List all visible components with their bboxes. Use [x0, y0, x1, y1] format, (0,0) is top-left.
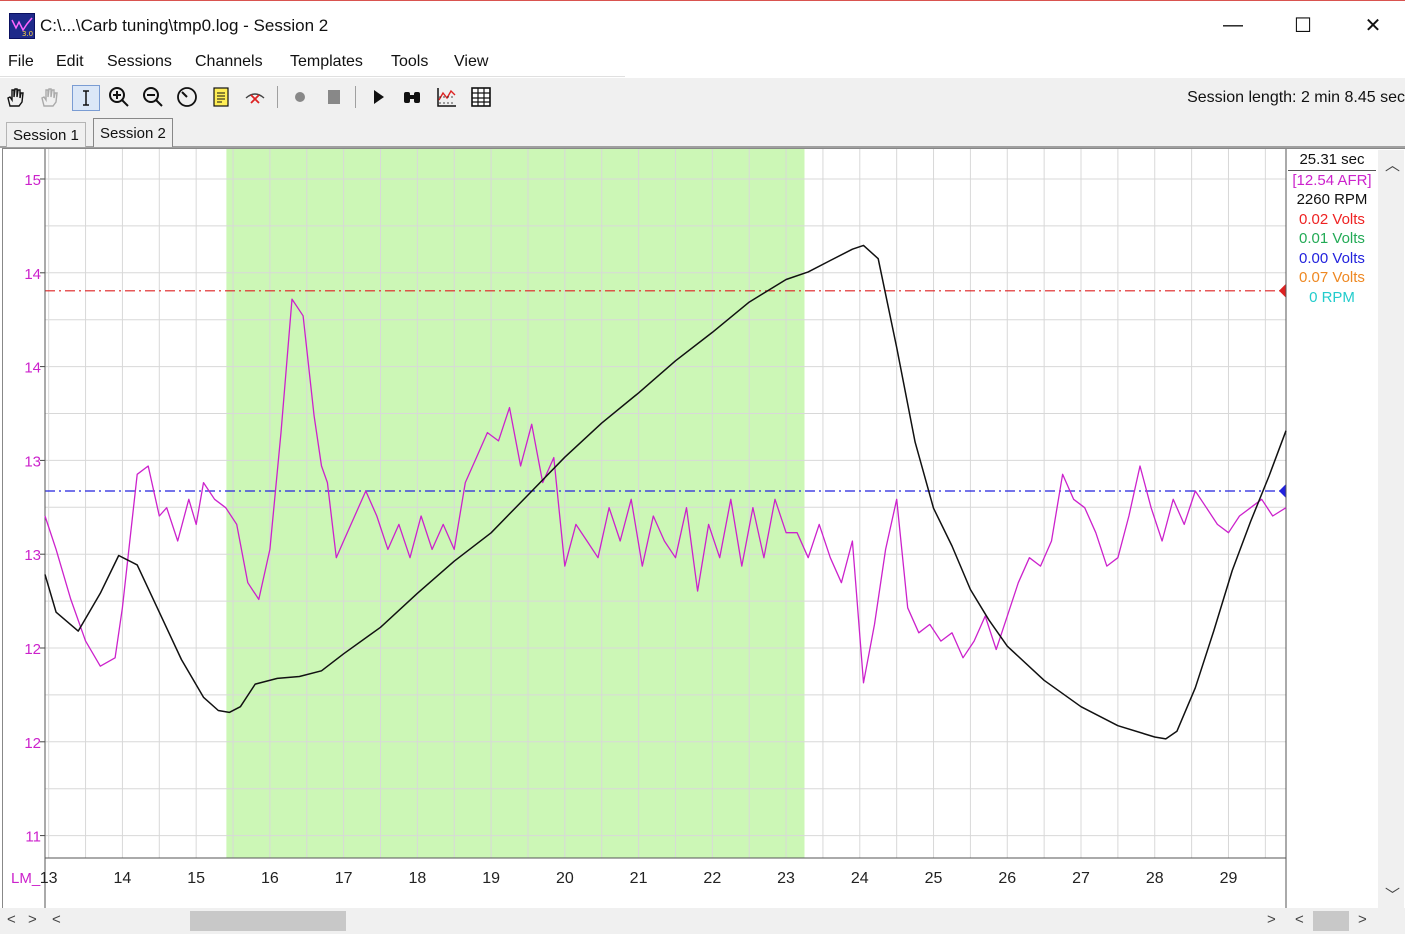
y-tick-label: 14 — [24, 360, 41, 377]
x-tick-label: 28 — [1146, 870, 1164, 887]
x-tick-label: 24 — [851, 870, 869, 887]
cursor-off-icon[interactable] — [242, 85, 268, 109]
x-tick-label: 19 — [482, 870, 500, 887]
x-tick-label: 22 — [703, 870, 721, 887]
notes-icon[interactable] — [208, 85, 234, 109]
data-chart[interactable]: 15 14 14 13 13 12 12 11 13 14 15 16 17 18 19 20 21 22 23 24… — [3, 149, 1289, 909]
readout-volts-orange: 0.07 Volts — [1299, 269, 1365, 286]
readout-scroll-thumb[interactable] — [1313, 911, 1349, 931]
vertical-scrollbar[interactable]: ︿ ﹀ — [1378, 150, 1404, 908]
x-tick-label: 27 — [1072, 870, 1090, 887]
minimize-button[interactable]: — — [1210, 3, 1256, 47]
hand-pan-icon[interactable] — [2, 85, 28, 109]
y-tick-label: 13 — [24, 453, 41, 470]
menu-bar: File Edit Sessions Channels Templates To… — [0, 48, 625, 77]
toolbar-separator — [277, 86, 278, 108]
scroll-left-icon[interactable]: < — [52, 911, 61, 928]
y-tick-label: 15 — [24, 172, 41, 189]
y-tick-label: 14 — [24, 266, 41, 283]
chart-area[interactable]: 15 14 14 13 13 12 12 11 13 14 15 16 17 18 19 20 21 22 23 24… — [2, 148, 1405, 909]
stop-icon[interactable] — [321, 85, 347, 109]
x-tick-label: 26 — [998, 870, 1016, 887]
graph-channels-icon[interactable] — [434, 85, 460, 109]
app-logo-icon: 3.0 — [9, 13, 35, 39]
horizontal-scroll-thumb[interactable] — [190, 911, 346, 931]
menu-view[interactable]: View — [454, 53, 488, 71]
play-icon[interactable] — [365, 85, 391, 109]
window-title: C:\...\Carb tuning\tmp0.log - Session 2 — [40, 16, 329, 35]
readout-volts-blue: 0.00 Volts — [1299, 249, 1365, 267]
readout-volts-red: 0.02 Volts — [1299, 210, 1365, 228]
cursor-readout-panel: 25.31 sec [12.54 AFR] 2260 RPM 0.02 Volt… — [1288, 150, 1376, 307]
readout-time: 25.31 sec — [1288, 150, 1376, 171]
tab-session-2[interactable]: Session 2 — [93, 118, 173, 147]
y-tick-label: 12 — [24, 641, 41, 658]
y-tick-label: 12 — [24, 735, 41, 752]
x-tick-label: 25 — [925, 870, 943, 887]
record-icon[interactable] — [287, 85, 313, 109]
menu-sessions[interactable]: Sessions — [107, 53, 172, 71]
close-button[interactable]: ✕ — [1350, 3, 1396, 47]
zoom-out-icon[interactable] — [140, 85, 166, 109]
x-tick-label: 16 — [261, 870, 279, 887]
session-length-label: Session length: 2 min 8.45 sec — [1187, 89, 1405, 106]
gauge-icon[interactable] — [174, 85, 200, 109]
x-tick-label: 14 — [114, 870, 132, 887]
hand-disabled-icon[interactable] — [36, 85, 62, 109]
binoculars-icon[interactable] — [399, 85, 425, 109]
scroll-right-2-icon[interactable]: > — [1358, 911, 1367, 928]
tab-session-1[interactable]: Session 1 — [6, 122, 86, 147]
x-tick-label: 13 — [40, 870, 58, 887]
x-tick-label: 23 — [777, 870, 795, 887]
highlight-region — [226, 149, 805, 858]
scroll-right-icon[interactable]: > — [1267, 911, 1276, 928]
svg-text:3.0: 3.0 — [22, 30, 33, 38]
x-tick-label: 18 — [408, 870, 426, 887]
x-axis-label: LM_ — [11, 870, 41, 887]
x-tick-label: 29 — [1220, 870, 1238, 887]
zoom-in-icon[interactable] — [106, 85, 132, 109]
readout-rpm: 2260 RPM — [1296, 191, 1368, 208]
scroll-left-small-icon[interactable]: < — [7, 911, 16, 928]
reference-marker-blue — [1279, 483, 1286, 498]
scroll-down-icon[interactable]: ﹀ — [1385, 884, 1400, 905]
menu-templates[interactable]: Templates — [290, 53, 363, 71]
title-bar: 3.0 C:\...\Carb tuning\tmp0.log - Sessio… — [0, 1, 1405, 47]
readout-volts-green: 0.01 Volts — [1299, 230, 1365, 247]
menu-edit[interactable]: Edit — [56, 53, 84, 71]
table-icon[interactable] — [468, 85, 494, 109]
scroll-up-icon[interactable]: ︿ — [1385, 154, 1400, 175]
x-tick-label: 15 — [187, 870, 205, 887]
x-tick-label: 17 — [335, 870, 353, 887]
maximize-button[interactable]: ☐ — [1280, 3, 1326, 47]
readout-afr: [12.54 AFR] — [1292, 171, 1372, 189]
x-tick-label: 21 — [630, 870, 648, 887]
reference-marker-red — [1279, 283, 1286, 298]
scroll-right-small-icon[interactable]: > — [28, 911, 37, 928]
y-tick-label: 11 — [25, 829, 41, 846]
horizontal-scrollbar[interactable]: < > < > < > — [0, 908, 1405, 934]
menu-channels[interactable]: Channels — [195, 53, 263, 71]
menu-tools[interactable]: Tools — [391, 53, 428, 71]
readout-rpm-cyan: 0 RPM — [1309, 288, 1355, 306]
x-tick-label: 20 — [556, 870, 574, 887]
text-cursor-icon[interactable] — [72, 85, 100, 111]
scroll-left-2-icon[interactable]: < — [1295, 911, 1304, 928]
session-tabs: Session 1 Session 2 — [0, 116, 1405, 148]
y-tick-label: 13 — [24, 547, 41, 564]
menu-file[interactable]: File — [8, 53, 34, 71]
toolbar-separator — [355, 86, 356, 108]
toolbar: Session length: 2 min 8.45 sec — [0, 78, 1405, 116]
